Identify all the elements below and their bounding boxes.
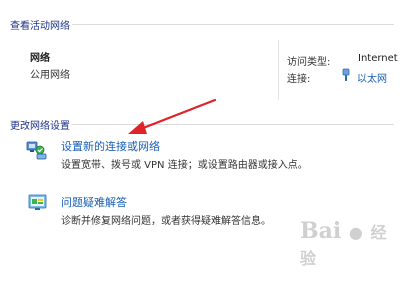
setup-new-connection-description: 设置宽带、拨号或 VPN 连接；或设置路由器或接入点。 [61, 160, 308, 171]
ethernet-icon [341, 68, 351, 85]
troubleshoot-description: 诊断并修复网络问题，或者获得疑难解答信息。 [61, 216, 271, 227]
network-name: 网络 [30, 53, 50, 64]
connections-label: 连接: [287, 74, 311, 85]
arrow-head [128, 121, 147, 134]
section-divider [72, 124, 394, 125]
setup-new-connection-link[interactable]: 设置新的连接或网络 [61, 138, 160, 154]
vertical-separator [278, 40, 279, 100]
ethernet-connection-link[interactable]: 以太网 [357, 70, 387, 85]
paw-icon: ● [348, 223, 363, 242]
access-type-value: Internet [358, 53, 398, 64]
section-divider [72, 24, 394, 25]
network-setup-icon [26, 138, 48, 163]
active-networks-title: 查看活动网络 [10, 21, 70, 32]
network-type: 公用网络 [30, 70, 70, 81]
arrow-shaft [136, 98, 217, 132]
change-settings-title: 更改网络设置 [10, 121, 70, 132]
baidu-watermark: Bai ● 经验 [300, 218, 400, 270]
troubleshoot-link[interactable]: 问题疑难解答 [61, 194, 127, 210]
access-type-label: 访问类型: [287, 57, 331, 68]
watermark-text: Bai [300, 218, 342, 244]
troubleshoot-icon [28, 194, 48, 215]
